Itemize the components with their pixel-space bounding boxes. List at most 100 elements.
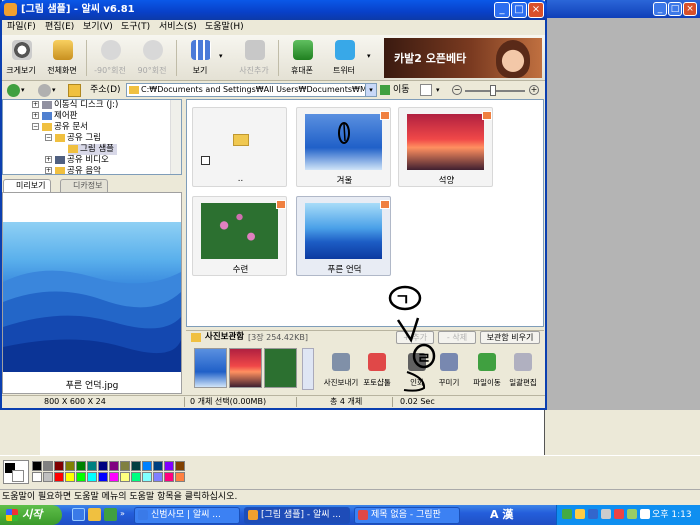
photo-box-scrollbar[interactable] <box>302 348 314 390</box>
view-button[interactable]: 보기 <box>182 38 218 80</box>
palette-swatch[interactable] <box>109 461 119 471</box>
clock[interactable]: 오후 1:13 <box>652 507 692 523</box>
maximize-button[interactable]: □ <box>511 2 527 18</box>
menu-view[interactable]: 보기(V) <box>83 20 113 35</box>
task-button-paint[interactable]: 제목 없음 - 그림판 <box>354 507 460 524</box>
back-dropdown-icon[interactable]: ▾ <box>21 86 25 94</box>
photo-box-item-water-lilies[interactable] <box>264 348 297 388</box>
menu-edit[interactable]: 편집(E) <box>45 20 74 35</box>
photoshop-tool-button[interactable]: 포토샵툴 <box>358 351 394 391</box>
tray-usb-icon[interactable] <box>627 509 637 519</box>
tree-item-control-panel[interactable]: + 제어판 <box>32 111 77 122</box>
photo-box-add-button[interactable]: + 추가 <box>396 331 434 344</box>
rotate-right-button[interactable]: 90°회전 <box>134 38 170 80</box>
tray-alert-icon[interactable] <box>614 509 624 519</box>
forward-button[interactable] <box>38 84 51 97</box>
twitter-button[interactable]: 트위터 <box>326 38 362 80</box>
palette-swatch[interactable] <box>175 461 185 471</box>
folder-icon[interactable] <box>88 508 101 521</box>
tree-item-removable-disk[interactable]: + 이동식 디스크 (J:) <box>32 100 118 111</box>
thumbnail-water-lilies[interactable]: 수련 <box>192 196 287 276</box>
palette-swatch[interactable] <box>120 472 130 482</box>
collapse-icon[interactable]: − <box>45 134 52 141</box>
add-photo-button[interactable]: 사진추가 <box>236 38 272 80</box>
quicklaunch-more-icon[interactable]: » <box>120 509 125 518</box>
palette-swatch[interactable] <box>98 461 108 471</box>
tab-preview[interactable]: 미리보기 <box>3 179 52 192</box>
up-folder-icon[interactable] <box>68 84 81 97</box>
palette-swatch[interactable] <box>65 461 75 471</box>
palette-swatch[interactable] <box>164 461 174 471</box>
menu-service[interactable]: 서비스(S) <box>159 20 197 35</box>
palette-swatch[interactable] <box>87 461 97 471</box>
palette-swatch[interactable] <box>175 472 185 482</box>
zoom-in-icon[interactable]: + <box>529 85 539 95</box>
menu-file[interactable]: 파일(F) <box>7 20 36 35</box>
tray-volume-icon[interactable] <box>601 509 611 519</box>
mobile-button[interactable]: 휴대폰 <box>284 38 320 80</box>
photo-box-empty-button[interactable]: 보관함 비우기 <box>480 331 540 344</box>
palette-swatch[interactable] <box>43 461 53 471</box>
view-dropdown-icon[interactable]: ▾ <box>219 52 223 60</box>
palette-swatch[interactable] <box>43 472 53 482</box>
palette-swatch[interactable] <box>153 461 163 471</box>
paint-canvas[interactable] <box>40 410 545 455</box>
palette-swatch[interactable] <box>131 472 141 482</box>
expand-icon[interactable]: + <box>45 156 52 163</box>
palette-swatch[interactable] <box>142 461 152 471</box>
palette-swatch[interactable] <box>65 472 75 482</box>
ie-icon[interactable] <box>72 508 85 521</box>
close-button[interactable]: × <box>528 2 544 18</box>
move-file-button[interactable]: 파일이동 <box>468 351 504 391</box>
palette-swatch[interactable] <box>142 472 152 482</box>
twitter-dropdown-icon[interactable]: ▾ <box>367 52 371 60</box>
menu-tools[interactable]: 도구(T) <box>121 20 150 35</box>
batch-edit-button[interactable]: 일괄편집 <box>504 351 540 391</box>
palette-swatch[interactable] <box>131 461 141 471</box>
palette-swatch[interactable] <box>120 461 130 471</box>
palette-swatch[interactable] <box>87 472 97 482</box>
go-button[interactable]: 이동 <box>393 84 410 97</box>
thumbnail-parent-folder[interactable]: .. <box>192 107 287 187</box>
tray-security-icon[interactable] <box>575 509 585 519</box>
full-view-button[interactable]: 크게보기 <box>3 38 39 80</box>
palette-swatch[interactable] <box>32 472 42 482</box>
tab-exif[interactable]: 디카정보 <box>60 179 109 192</box>
palette-swatch[interactable] <box>164 472 174 482</box>
palette-swatch[interactable] <box>54 461 64 471</box>
expand-icon[interactable]: + <box>32 112 39 119</box>
photo-box-item-sunset[interactable] <box>229 348 262 388</box>
palette-swatch[interactable] <box>109 472 119 482</box>
list-view-icon[interactable] <box>420 84 432 96</box>
paint-close-button[interactable]: × <box>683 2 697 16</box>
forward-dropdown-icon[interactable]: ▾ <box>52 86 56 94</box>
tree-item-shared-docs[interactable]: − 공유 문서 <box>32 122 88 133</box>
task-button-alsee[interactable]: [그림 샘플] - 알씨 ... <box>244 507 350 524</box>
task-button-browser[interactable]: 신범사모 | 알씨 ... <box>134 507 240 524</box>
media-icon[interactable] <box>104 508 117 521</box>
background-color[interactable] <box>12 470 24 482</box>
zoom-out-icon[interactable]: − <box>452 85 462 95</box>
paint-minimize-button[interactable]: _ <box>653 2 667 16</box>
preview-image[interactable] <box>3 222 181 372</box>
full-screen-button[interactable]: 전체화면 <box>44 38 80 80</box>
thumbnail-blue-hills[interactable]: 푸른 언덕 <box>296 196 391 276</box>
ime-indicator[interactable]: A 漢 <box>490 507 513 523</box>
menu-help[interactable]: 도움말(H) <box>205 20 244 35</box>
back-button[interactable] <box>7 84 20 97</box>
palette-swatch[interactable] <box>76 472 86 482</box>
tray-app-icon[interactable] <box>588 509 598 519</box>
tree-item-sample-pictures[interactable]: 그림 샘플 <box>68 144 117 155</box>
collapse-icon[interactable]: − <box>32 123 39 130</box>
palette-swatch[interactable] <box>98 472 108 482</box>
thumbnail-winter[interactable]: 겨울 <box>296 107 391 187</box>
photo-box-item-winter[interactable] <box>194 348 227 388</box>
view-mode-dropdown-icon[interactable]: ▾ <box>436 86 440 94</box>
tree-scrollbar[interactable] <box>170 100 181 174</box>
rotate-left-button[interactable]: -90°회전 <box>92 38 128 80</box>
tree-item-shared-pictures[interactable]: − 공유 그림 <box>45 133 101 144</box>
zoom-slider-thumb[interactable] <box>490 85 496 96</box>
tree-item-shared-video[interactable]: + 공유 비디오 <box>45 155 109 166</box>
expand-icon[interactable]: + <box>32 101 39 108</box>
decorate-button[interactable]: 꾸미기 <box>430 351 466 391</box>
